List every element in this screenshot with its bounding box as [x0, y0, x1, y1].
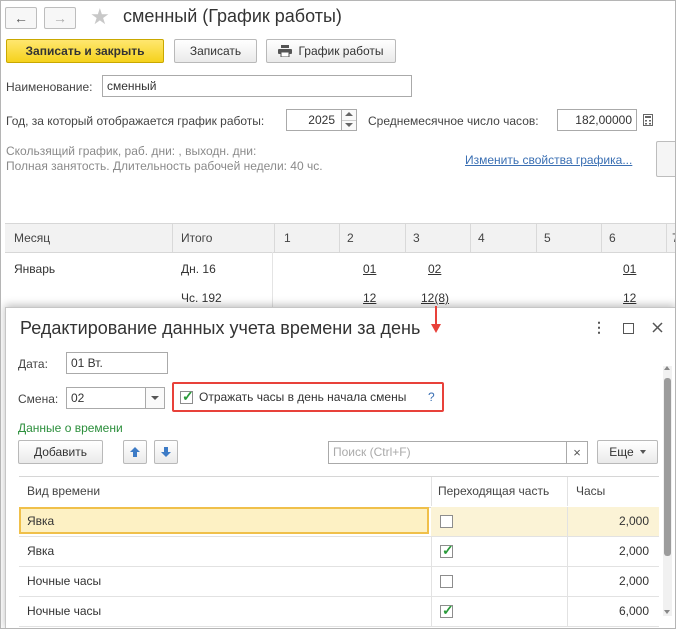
- back-button[interactable]: ←: [5, 7, 37, 29]
- time-type-cell[interactable]: Явка: [27, 544, 54, 558]
- day2-hours-cell[interactable]: 12: [363, 291, 376, 305]
- schedule-button[interactable]: График работы: [266, 39, 396, 63]
- arrow-down-icon: [161, 447, 171, 457]
- time-type-cell[interactable]: Ночные часы: [27, 604, 101, 618]
- hours-cell[interactable]: 2,000: [619, 514, 649, 528]
- total-hours-cell: Чс. 192: [181, 291, 222, 305]
- hours-cell[interactable]: 2,000: [619, 574, 649, 588]
- col-month: Месяц: [14, 231, 51, 245]
- avg-hours-field[interactable]: 182,00000: [557, 109, 637, 131]
- carry-part-checkbox[interactable]: ✓: [440, 603, 454, 618]
- col-day-3: 3: [413, 231, 420, 245]
- move-up-button[interactable]: [123, 440, 147, 464]
- add-button[interactable]: Добавить: [18, 440, 103, 464]
- col-day-2: 2: [347, 231, 354, 245]
- more-button[interactable]: Еще: [597, 440, 658, 464]
- time-type-cell[interactable]: Явка: [27, 514, 54, 528]
- hours-cell[interactable]: 2,000: [619, 544, 649, 558]
- maximize-icon[interactable]: [623, 323, 634, 334]
- col-day-4: 4: [478, 231, 485, 245]
- col-day-6: 6: [609, 231, 616, 245]
- name-label: Наименование:: [6, 80, 93, 94]
- chevron-down-icon: [639, 450, 646, 454]
- col-day-1: 1: [284, 231, 291, 245]
- col-day-7: 7: [672, 231, 675, 245]
- save-button[interactable]: Записать: [174, 39, 257, 63]
- schedule-info-line1: Скользящий график, раб. дни: , выходн. д…: [6, 144, 257, 158]
- schedule-window: ← → ★ сменный (График работы) Записать и…: [0, 0, 676, 629]
- table-row[interactable]: Явка ✓ 2,000: [19, 537, 659, 567]
- day3-shift-cell[interactable]: 02: [428, 262, 441, 276]
- chevron-down-icon: [151, 396, 159, 400]
- year-stepper[interactable]: [341, 109, 357, 131]
- calculator-icon[interactable]: [639, 109, 657, 131]
- month-cell[interactable]: Январь: [14, 262, 55, 276]
- table-header: Вид времени Переходящая часть Часы: [19, 476, 659, 508]
- date-field[interactable]: 01 Вт.: [66, 352, 168, 374]
- carry-part-checkbox[interactable]: [440, 575, 453, 588]
- back-arrow-icon: ←: [14, 10, 28, 26]
- col-day-5: 5: [544, 231, 551, 245]
- day-edit-dialog: Редактирование данных учета времени за д…: [5, 306, 675, 628]
- move-down-button[interactable]: [154, 440, 178, 464]
- total-days-cell: Дн. 16: [181, 262, 216, 276]
- clear-search-button[interactable]: ×: [566, 441, 588, 464]
- col-total: Итого: [181, 231, 213, 245]
- hours-cell[interactable]: 6,000: [619, 604, 649, 618]
- table-row[interactable]: Явка 2,000: [19, 507, 659, 537]
- side-button[interactable]: [656, 141, 675, 177]
- year-label: Год, за который отображается график рабо…: [6, 114, 265, 128]
- col-time-type: Вид времени: [27, 484, 101, 498]
- calendar-grid-header: Месяц Итого 1 2 3 4 5 6 7: [5, 223, 675, 253]
- table-row[interactable]: Ночные часы 2,000: [19, 567, 659, 597]
- reflect-hours-label[interactable]: Отражать часы в день начала смены: [199, 390, 406, 404]
- col-hours: Часы: [576, 484, 606, 498]
- stepper-down-icon[interactable]: [345, 123, 353, 127]
- shift-dropdown-button[interactable]: [145, 387, 165, 409]
- save-and-close-button[interactable]: Записать и закрыть: [6, 39, 164, 63]
- col-carry-part: Переходящая часть: [438, 484, 550, 498]
- more-button-label: Еще: [609, 445, 634, 459]
- carry-part-checkbox[interactable]: ✓: [440, 543, 454, 558]
- day2-shift-cell[interactable]: 01: [363, 262, 376, 276]
- name-field[interactable]: сменный: [102, 75, 412, 97]
- search-input[interactable]: Поиск (Ctrl+F): [328, 441, 567, 464]
- scroll-down-icon[interactable]: [664, 610, 670, 614]
- change-schedule-properties-link[interactable]: Изменить свойства графика...: [465, 153, 632, 167]
- time-type-cell[interactable]: Ночные часы: [27, 574, 101, 588]
- scroll-thumb[interactable]: [664, 378, 671, 556]
- day6-hours-cell[interactable]: 12: [623, 291, 636, 305]
- date-label: Дата:: [18, 357, 48, 371]
- help-icon[interactable]: ?: [428, 390, 435, 404]
- carry-part-checkbox[interactable]: [440, 515, 453, 528]
- shift-field[interactable]: 02: [66, 387, 146, 409]
- close-icon[interactable]: [652, 322, 663, 333]
- scrollbar[interactable]: [663, 366, 672, 616]
- forward-arrow-icon: →: [53, 10, 67, 26]
- schedule-info-line2: Полная занятость. Длительность рабочей н…: [6, 159, 323, 173]
- schedule-button-label: График работы: [298, 44, 384, 58]
- reflect-hours-checkbox[interactable]: ✓: [180, 389, 194, 404]
- more-options-icon[interactable]: ⋮: [592, 320, 606, 334]
- forward-button[interactable]: →: [44, 7, 76, 29]
- scroll-up-icon[interactable]: [664, 366, 670, 370]
- clear-icon: ×: [573, 445, 581, 460]
- printer-icon: [278, 45, 293, 57]
- time-data-section-label: Данные о времени: [18, 421, 123, 435]
- avg-hours-label: Среднемесячное число часов:: [368, 114, 539, 128]
- table-row[interactable]: Ночные часы ✓ 6,000: [19, 597, 659, 627]
- stepper-up-icon[interactable]: [345, 112, 353, 116]
- day6-shift-cell[interactable]: 01: [623, 262, 636, 276]
- favorite-star-icon[interactable]: ★: [90, 4, 110, 30]
- shift-label: Смена:: [18, 392, 59, 406]
- arrow-up-icon: [130, 447, 140, 457]
- dialog-title: Редактирование данных учета времени за д…: [20, 318, 421, 338]
- annotation-arrow-icon: [431, 306, 441, 333]
- year-field[interactable]: 2025: [286, 109, 342, 131]
- day3-hours-cell[interactable]: 12(8): [421, 291, 449, 305]
- page-title: сменный (График работы): [123, 6, 342, 26]
